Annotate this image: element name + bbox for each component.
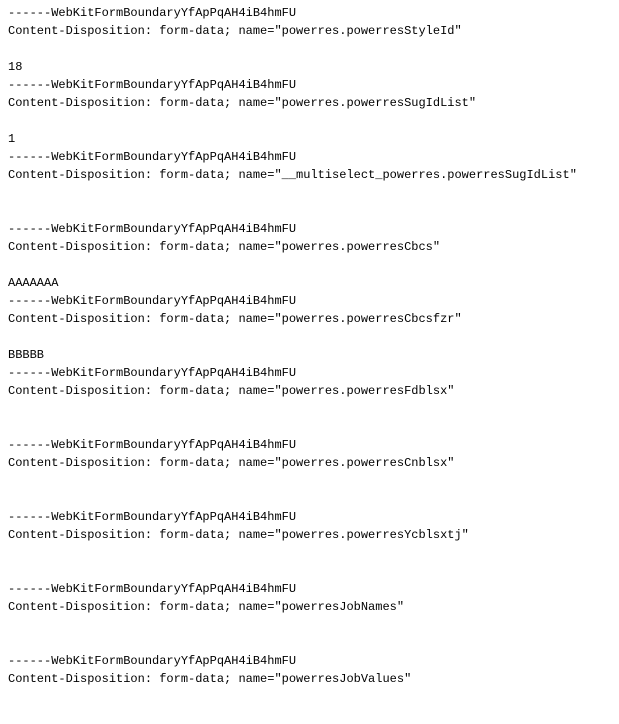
- boundary-line: ------WebKitFormBoundaryYfApPqAH4iB4hmFU: [8, 292, 611, 310]
- boundary-line: ------WebKitFormBoundaryYfApPqAH4iB4hmFU: [8, 652, 611, 670]
- blank-line: [8, 400, 611, 418]
- multipart-body-text: ------WebKitFormBoundaryYfApPqAH4iB4hmFU…: [8, 4, 611, 724]
- boundary-line: ------WebKitFormBoundaryYfApPqAH4iB4hmFU: [8, 76, 611, 94]
- boundary-line: ------WebKitFormBoundaryYfApPqAH4iB4hmFU: [8, 436, 611, 454]
- form-value-line: AAAAAAA: [8, 274, 611, 292]
- content-disposition-line: Content-Disposition: form-data; name="po…: [8, 598, 611, 616]
- content-disposition-line: Content-Disposition: form-data; name="po…: [8, 526, 611, 544]
- form-value-line: 1: [8, 130, 611, 148]
- blank-line: [8, 688, 611, 706]
- blank-line: [8, 40, 611, 58]
- content-disposition-line: Content-Disposition: form-data; name="po…: [8, 382, 611, 400]
- blank-line: [8, 562, 611, 580]
- content-disposition-line: Content-Disposition: form-data; name="__…: [8, 166, 611, 184]
- boundary-line: ------WebKitFormBoundaryYfApPqAH4iB4hmFU: [8, 580, 611, 598]
- blank-line: [8, 616, 611, 634]
- blank-line: [8, 256, 611, 274]
- content-disposition-line: Content-Disposition: form-data; name="po…: [8, 94, 611, 112]
- content-disposition-line: Content-Disposition: form-data; name="po…: [8, 454, 611, 472]
- blank-line: [8, 184, 611, 202]
- boundary-line: ------WebKitFormBoundaryYfApPqAH4iB4hmFU: [8, 220, 611, 238]
- boundary-line: ------WebKitFormBoundaryYfApPqAH4iB4hmFU: [8, 148, 611, 166]
- blank-line: [8, 490, 611, 508]
- blank-line: [8, 634, 611, 652]
- blank-line: [8, 328, 611, 346]
- form-value-line: 18: [8, 58, 611, 76]
- boundary-line: ------WebKitFormBoundaryYfApPqAH4iB4hmFU: [8, 364, 611, 382]
- blank-line: [8, 112, 611, 130]
- blank-line: [8, 544, 611, 562]
- blank-line: [8, 706, 611, 724]
- boundary-line: ------WebKitFormBoundaryYfApPqAH4iB4hmFU: [8, 4, 611, 22]
- form-value-line: BBBBB: [8, 346, 611, 364]
- boundary-line: ------WebKitFormBoundaryYfApPqAH4iB4hmFU: [8, 508, 611, 526]
- content-disposition-line: Content-Disposition: form-data; name="po…: [8, 22, 611, 40]
- content-disposition-line: Content-Disposition: form-data; name="po…: [8, 670, 611, 688]
- blank-line: [8, 418, 611, 436]
- blank-line: [8, 472, 611, 490]
- blank-line: [8, 202, 611, 220]
- content-disposition-line: Content-Disposition: form-data; name="po…: [8, 238, 611, 256]
- content-disposition-line: Content-Disposition: form-data; name="po…: [8, 310, 611, 328]
